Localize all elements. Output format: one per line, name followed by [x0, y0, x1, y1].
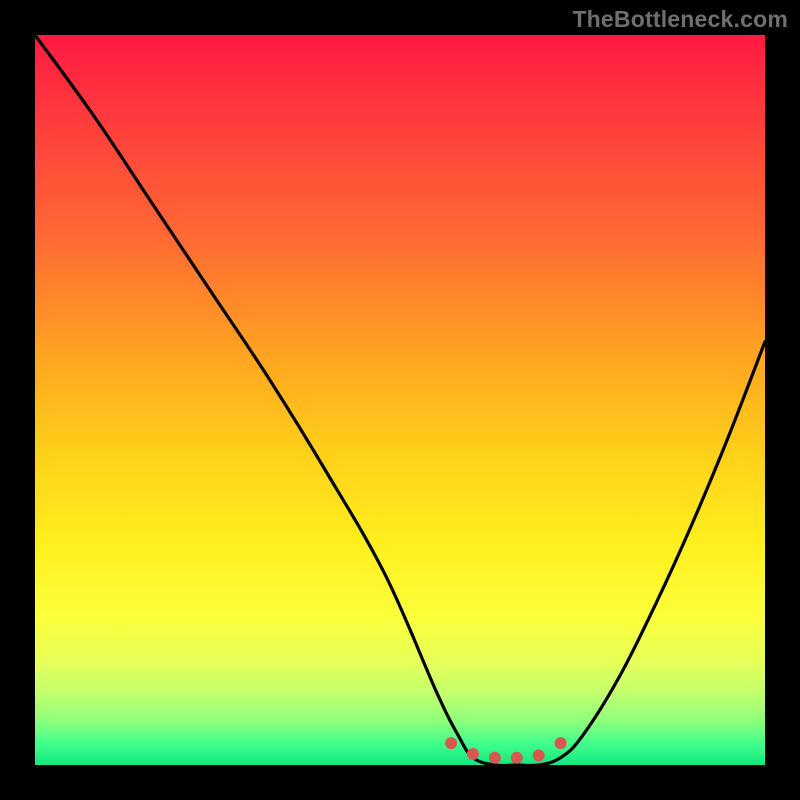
bottleneck-curve [35, 35, 765, 765]
range-dot-4 [533, 750, 545, 762]
range-start [445, 737, 457, 749]
watermark-text: TheBottleneck.com [572, 6, 788, 33]
range-dot-3 [511, 752, 523, 764]
bottleneck-chart-svg [35, 35, 765, 765]
plot-area [35, 35, 765, 765]
range-end [555, 737, 567, 749]
chart-frame: TheBottleneck.com [0, 0, 800, 800]
range-dot-1 [467, 748, 479, 760]
range-dot-2 [489, 752, 501, 764]
optimal-range-markers [445, 737, 566, 764]
